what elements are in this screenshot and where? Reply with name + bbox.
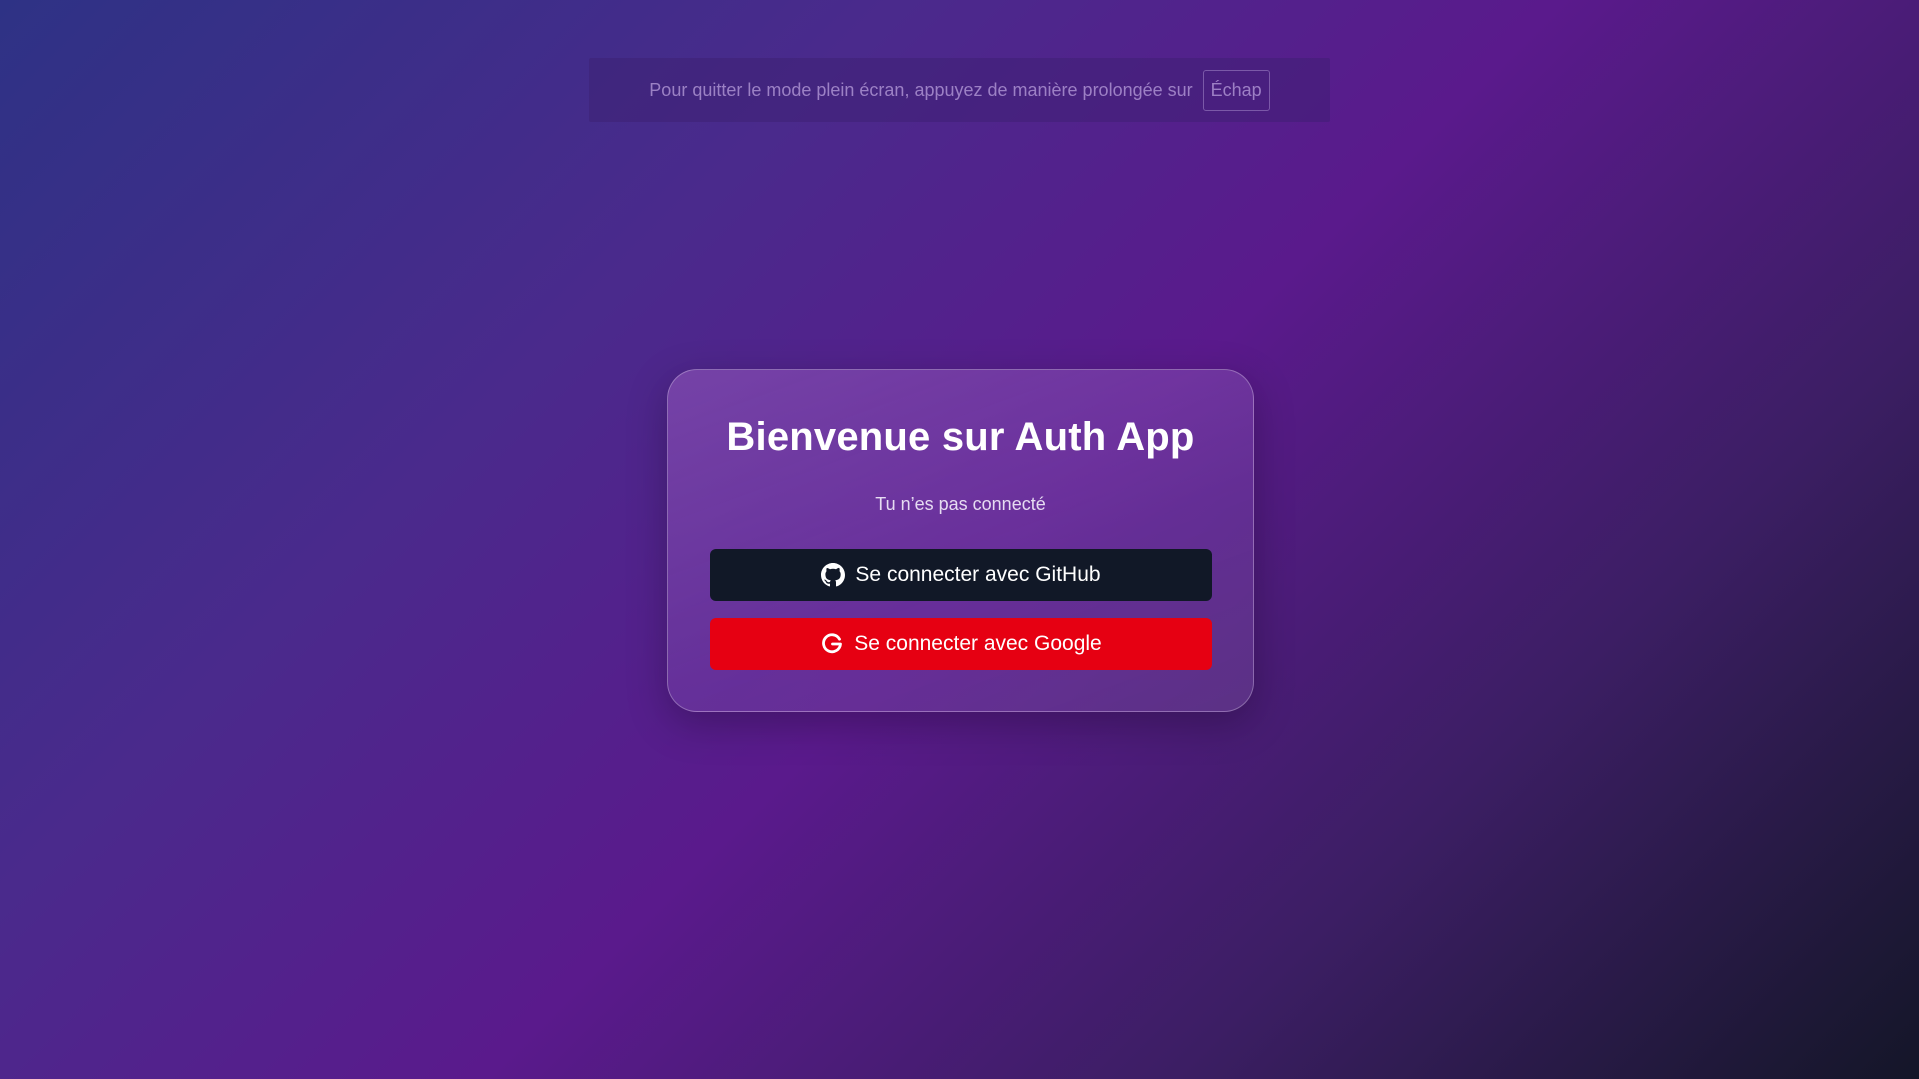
auth-status-text: Tu n’es pas connecté [875,494,1046,514]
fullscreen-notice-text: Pour quitter le mode plein écran, appuye… [649,79,1193,100]
page-title: Bienvenue sur Auth App [726,415,1195,459]
escape-key-badge: Échap [1202,69,1270,111]
github-icon [821,563,846,587]
fullscreen-exit-notice: Pour quitter le mode plein écran, appuye… [589,58,1330,122]
login-card: Bienvenue sur Auth App Tu n’es pas conne… [667,369,1254,712]
github-login-label: Se connecter avec GitHub [855,563,1101,586]
github-login-button[interactable]: Se connecter avec GitHub [710,549,1212,601]
google-login-label: Se connecter avec Google [854,632,1102,655]
google-icon [820,632,844,656]
google-login-button[interactable]: Se connecter avec Google [710,618,1212,670]
